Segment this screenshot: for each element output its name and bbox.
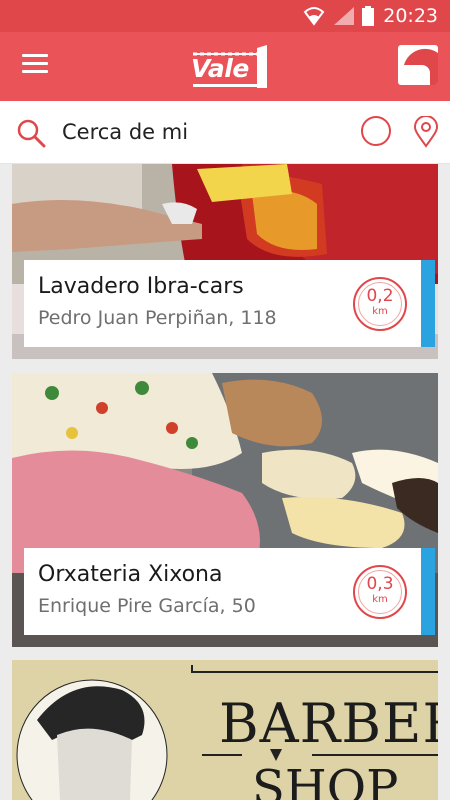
logo-text: Vale xyxy=(191,54,249,83)
business-card[interactable]: BARBER SHOP xyxy=(12,660,438,800)
search-icon[interactable] xyxy=(16,118,46,148)
business-name: Orxateria Xixona xyxy=(38,562,223,587)
distance-unit: km xyxy=(372,594,388,605)
barber-image-subtext: SHOP xyxy=(252,760,399,800)
status-bar: 20:23 xyxy=(0,0,450,32)
signal-icon xyxy=(334,7,354,25)
business-info-panel: Orxateria Xixona Enrique Pire García, 50… xyxy=(24,548,435,635)
business-address: Pedro Juan Perpiñan, 118 xyxy=(38,307,277,329)
distance-badge: 0,2 km xyxy=(353,277,407,331)
status-time: 20:23 xyxy=(383,5,438,27)
accent-bar xyxy=(421,260,435,347)
business-card[interactable]: Lavadero Ibra-cars Pedro Juan Perpiñan, … xyxy=(12,164,438,359)
business-card[interactable]: Orxateria Xixona Enrique Pire García, 50… xyxy=(12,373,438,647)
barber-image-text: BARBER xyxy=(219,692,438,755)
battery-icon xyxy=(362,6,374,26)
location-pin-icon[interactable] xyxy=(413,116,439,148)
distance-unit: km xyxy=(372,306,388,317)
app-logo: Vale xyxy=(191,44,269,90)
profile-icon[interactable] xyxy=(398,45,438,85)
distance-value: 0,3 xyxy=(366,574,394,594)
hamburger-icon[interactable] xyxy=(22,54,48,80)
circle-icon[interactable] xyxy=(361,116,391,146)
distance-value: 0,2 xyxy=(366,286,394,306)
distance-badge: 0,3 km xyxy=(353,565,407,619)
search-input[interactable] xyxy=(62,115,342,149)
business-name: Lavadero Ibra-cars xyxy=(38,274,244,299)
business-info-panel: Lavadero Ibra-cars Pedro Juan Perpiñan, … xyxy=(24,260,435,347)
wifi-icon xyxy=(303,7,325,26)
business-address: Enrique Pire García, 50 xyxy=(38,595,256,617)
app-bar: Vale xyxy=(0,32,450,101)
accent-bar xyxy=(421,548,435,635)
